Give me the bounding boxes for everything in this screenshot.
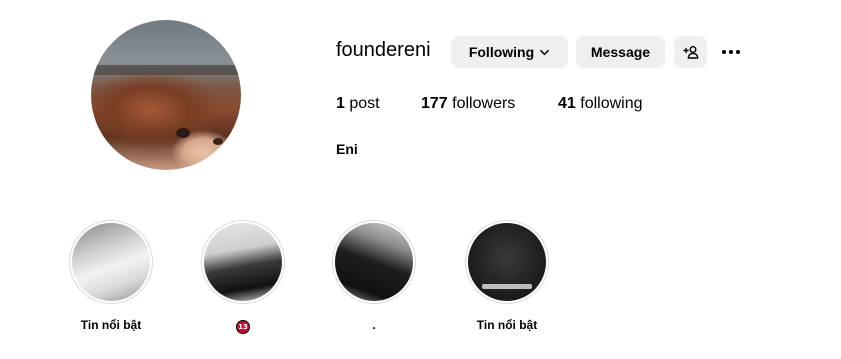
- followers-count-value: 177: [421, 95, 448, 112]
- message-button-label: Message: [590, 44, 651, 60]
- story-highlight[interactable]: .: [319, 220, 429, 333]
- following-link[interactable]: 41 following: [558, 95, 643, 113]
- age-13-badge-icon: 13: [236, 320, 250, 334]
- highlight-ring: [332, 220, 416, 304]
- highlight-ring: [465, 220, 549, 304]
- posts-count: 1 post: [336, 95, 380, 113]
- followers-link[interactable]: 177 followers: [421, 95, 515, 113]
- highlight-label: Tin nổi bật: [476, 318, 538, 332]
- add-user-icon: [682, 46, 698, 59]
- highlight-label: 13: [188, 317, 298, 334]
- more-options-icon[interactable]: [718, 40, 744, 64]
- highlight-ring: [201, 220, 285, 304]
- suggested-users-button[interactable]: [674, 36, 707, 68]
- highlight-cover: [204, 223, 282, 301]
- profile-username: foundereni: [336, 39, 431, 61]
- story-highlight[interactable]: 13: [188, 220, 298, 334]
- posts-count-label: post: [349, 95, 380, 112]
- following-button-label: Following: [468, 44, 535, 60]
- profile-avatar[interactable]: [91, 20, 241, 170]
- highlight-ring: [69, 220, 153, 304]
- highlight-label: .: [372, 318, 376, 332]
- highlight-cover: [72, 223, 150, 301]
- chevron-down-icon: [540, 49, 550, 55]
- posts-count-value: 1: [336, 95, 345, 112]
- highlight-label: Tin nổi bật: [80, 318, 142, 332]
- story-highlight[interactable]: Tin nổi bật: [452, 220, 562, 333]
- followers-count-label: followers: [452, 95, 516, 112]
- message-button[interactable]: Message: [576, 36, 665, 68]
- highlight-cover: [335, 223, 413, 301]
- highlight-cover: [468, 223, 546, 301]
- following-button[interactable]: Following: [451, 36, 568, 68]
- following-count-value: 41: [558, 95, 576, 112]
- following-count-label: following: [580, 95, 643, 112]
- profile-full-name: Eni: [336, 141, 358, 157]
- story-highlight[interactable]: Tin nổi bật: [56, 220, 166, 333]
